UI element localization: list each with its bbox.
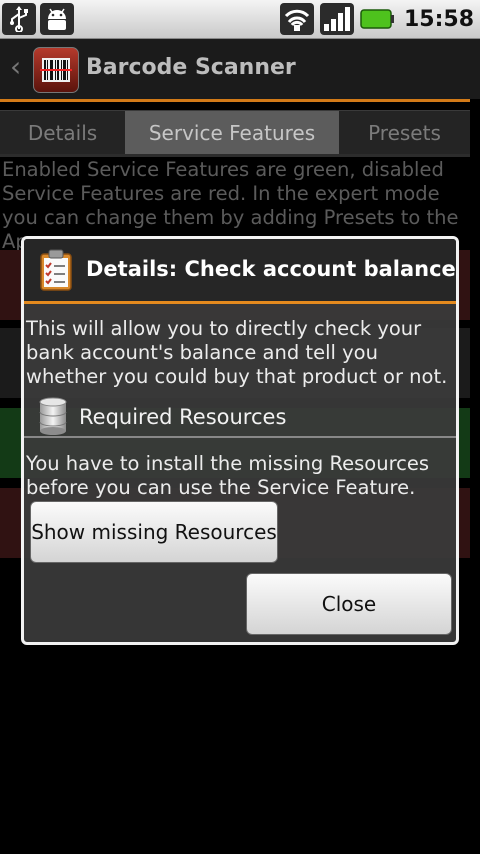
tab-details[interactable]: Details bbox=[0, 110, 125, 154]
tab-service-features[interactable]: Service Features bbox=[125, 110, 339, 154]
barcode-app-icon bbox=[33, 47, 79, 93]
database-icon bbox=[38, 397, 68, 439]
title-bar: ‹ Barcode Scanner bbox=[0, 39, 480, 99]
details-dialog: Details: Check account balance This will… bbox=[21, 236, 459, 645]
status-bar: 15:58 bbox=[0, 0, 480, 39]
resources-divider bbox=[24, 436, 456, 438]
android-debug-icon bbox=[40, 3, 74, 35]
title-divider bbox=[0, 99, 470, 102]
resources-text: You have to install the missing Resource… bbox=[26, 452, 430, 499]
clock: 15:58 bbox=[403, 6, 474, 32]
back-chevron-icon[interactable]: ‹ bbox=[10, 53, 21, 81]
dialog-title-divider bbox=[24, 301, 456, 304]
close-button[interactable]: Close bbox=[246, 573, 452, 635]
notification-icons bbox=[0, 0, 74, 38]
wifi-icon bbox=[279, 3, 314, 35]
required-resources-header: Required Resources bbox=[24, 393, 456, 437]
usb-icon bbox=[2, 3, 36, 35]
clipboard-icon bbox=[39, 249, 73, 295]
app-title: Barcode Scanner bbox=[86, 55, 296, 80]
dialog-description: This will allow you to directly check yo… bbox=[26, 317, 448, 388]
battery-icon bbox=[360, 9, 394, 29]
show-missing-resources-button[interactable]: Show missing Resources bbox=[30, 501, 278, 563]
dialog-title: Details: Check account balance bbox=[86, 257, 456, 281]
tab-presets[interactable]: Presets bbox=[339, 110, 470, 154]
signal-icon bbox=[319, 3, 354, 35]
tab-bar: Details Service Features Presets bbox=[0, 110, 470, 154]
dialog-header: Details: Check account balance bbox=[24, 239, 456, 301]
required-resources-title: Required Resources bbox=[79, 405, 287, 429]
